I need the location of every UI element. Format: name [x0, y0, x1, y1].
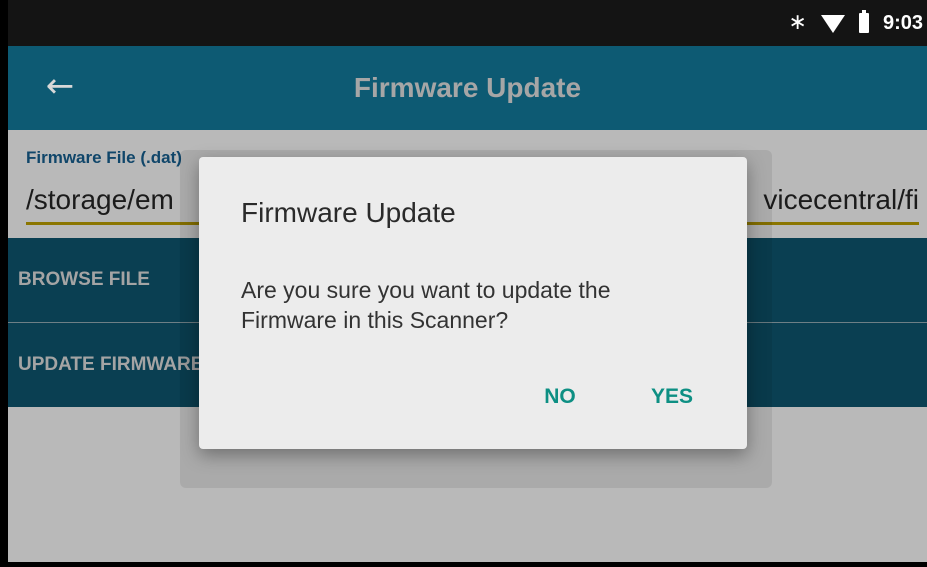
- firmware-file-label: Firmware File (.dat): [26, 148, 182, 167]
- update-firmware-label: UPDATE FIRMWARE: [18, 354, 204, 375]
- dialog-title: Firmware Update: [241, 197, 456, 228]
- dialog-message: Are you sure you want to update the Firm…: [241, 277, 611, 333]
- status-bar: ∗ 9:03: [8, 0, 927, 46]
- bluetooth-icon: ∗: [788, 10, 807, 35]
- app-bar: Firmware Update ←: [8, 46, 927, 130]
- firmware-file-value-end: vicecentral/fi: [763, 184, 919, 215]
- app-title: Firmware Update: [353, 72, 582, 103]
- status-time: 9:03: [882, 11, 923, 34]
- wifi-icon: [820, 15, 845, 33]
- status-icons: ∗ 9:03: [789, 0, 923, 46]
- back-arrow-icon[interactable]: ←: [38, 64, 82, 108]
- battery-icon: [858, 10, 869, 33]
- yes-button[interactable]: YES: [641, 375, 703, 419]
- no-button[interactable]: NO: [529, 375, 591, 419]
- firmware-file-value-start: /storage/em: [26, 184, 174, 215]
- app-screen: ∗ 9:03 Firmware Update ← Firmware File (…: [8, 0, 927, 562]
- browse-file-label: BROWSE FILE: [18, 269, 150, 290]
- confirm-dialog: Firmware Update Are you sure you want to…: [199, 157, 747, 449]
